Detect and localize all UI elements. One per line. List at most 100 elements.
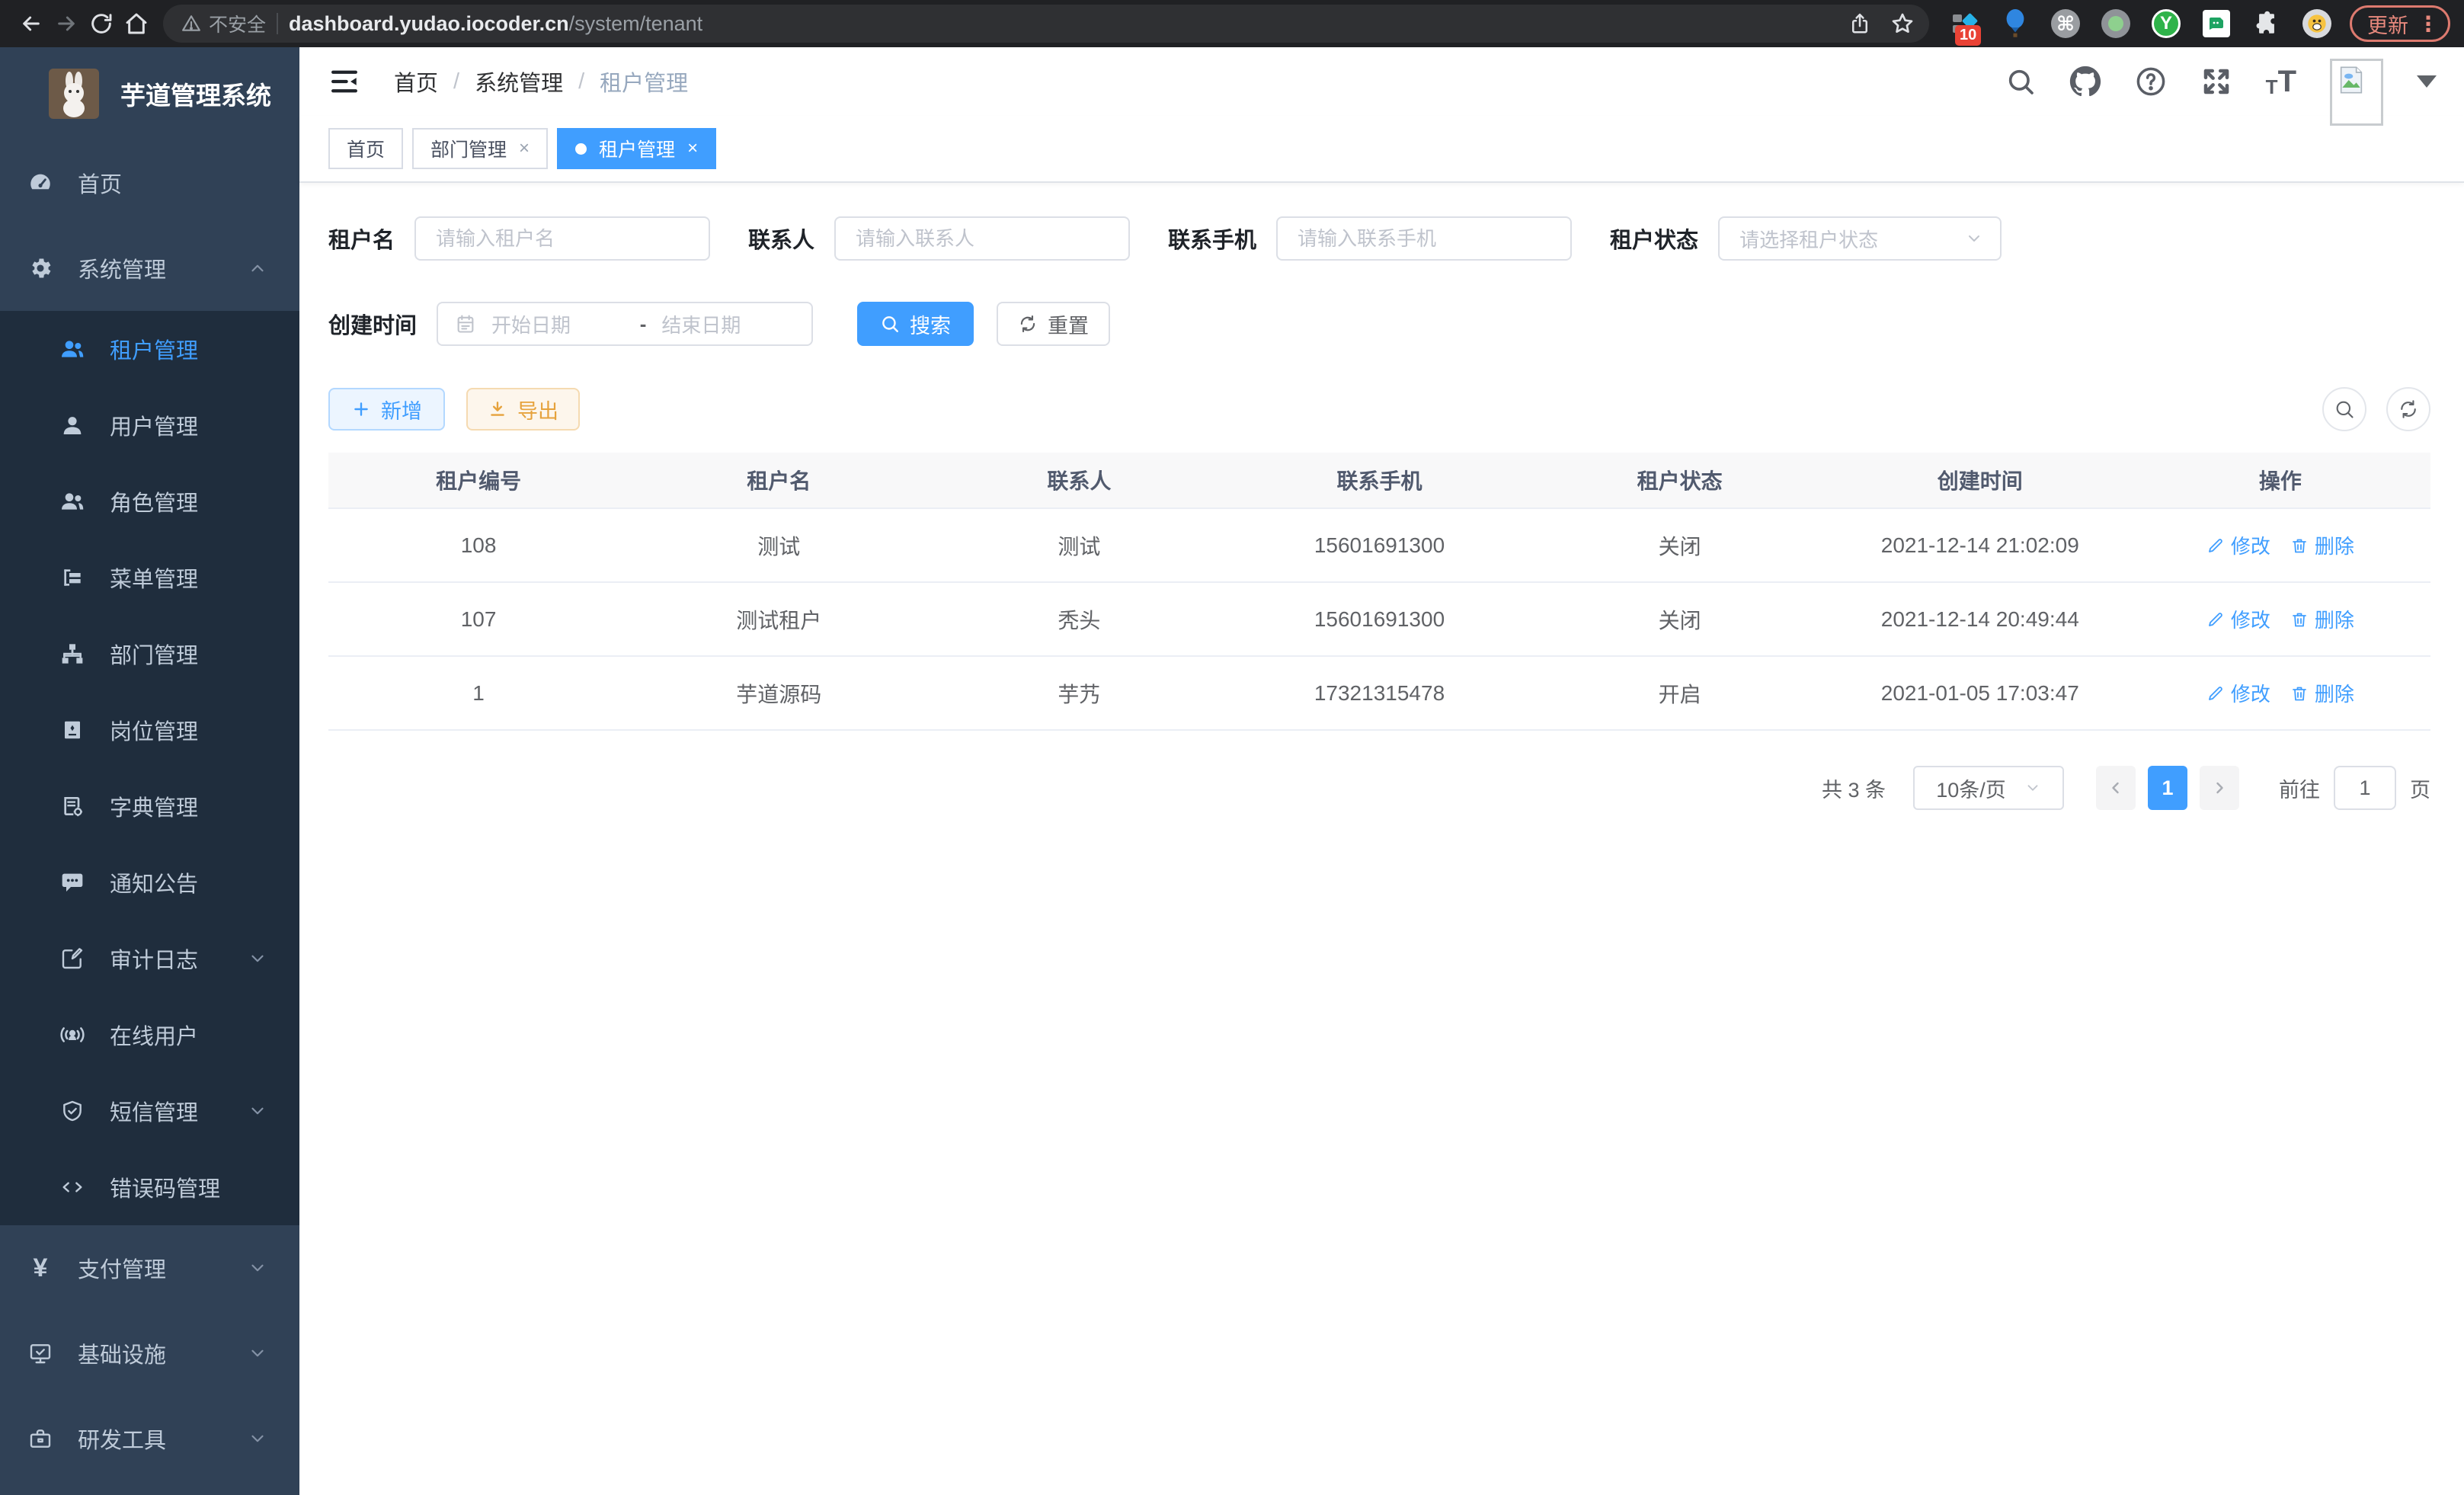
- extensions-puzzle-icon[interactable]: [2251, 8, 2283, 40]
- browser-back-button[interactable]: [14, 6, 49, 41]
- extension-recorder-icon[interactable]: [2100, 8, 2132, 40]
- page-unit-label: 页: [2410, 773, 2430, 803]
- sidebar-item-sms[interactable]: 短信管理: [0, 1073, 299, 1149]
- delete-link[interactable]: 删除: [2290, 679, 2354, 707]
- app-logo-block[interactable]: 芋道管理系统: [0, 47, 299, 140]
- reset-button[interactable]: 重置: [997, 302, 1110, 346]
- search-icon[interactable]: [2005, 66, 2036, 97]
- extension-chat-icon[interactable]: [2200, 8, 2232, 40]
- table-toolbar: 新增 导出: [328, 387, 2430, 431]
- collapse-sidebar-icon[interactable]: [328, 66, 360, 98]
- sidebar-item-post[interactable]: 岗位管理: [0, 692, 299, 768]
- github-icon[interactable]: [2069, 66, 2101, 98]
- fullscreen-icon[interactable]: [2200, 66, 2232, 98]
- tenant-name-input[interactable]: [414, 216, 710, 261]
- breadcrumb-separator: /: [453, 69, 459, 94]
- tab-home[interactable]: 首页: [328, 128, 403, 169]
- edit-link[interactable]: 修改: [2206, 679, 2270, 707]
- extension-tabs-icon[interactable]: 10: [1949, 8, 1981, 40]
- browser-reload-button[interactable]: [84, 6, 119, 41]
- refresh-table-button[interactable]: [2386, 387, 2430, 431]
- edit-icon: [2206, 536, 2225, 555]
- omnibox-divider: [277, 13, 278, 34]
- org-icon: [58, 639, 87, 668]
- edit-link[interactable]: 修改: [2206, 531, 2270, 559]
- sidebar-item-audit-log[interactable]: 审计日志: [0, 920, 299, 997]
- sidebar-item-notice[interactable]: 通知公告: [0, 844, 299, 920]
- sidebar-item-home[interactable]: 首页: [0, 140, 299, 226]
- roles-icon: [58, 487, 87, 516]
- sidebar-item-menu[interactable]: 菜单管理: [0, 539, 299, 616]
- extension-balloon-icon[interactable]: [1999, 8, 2031, 40]
- close-icon[interactable]: ×: [687, 138, 698, 159]
- sidebar-item-error-code[interactable]: 错误码管理: [0, 1149, 299, 1225]
- bookmark-star-icon[interactable]: [1886, 8, 1918, 40]
- security-label: 不安全: [209, 10, 266, 37]
- extension-command-icon[interactable]: ⌘: [2050, 8, 2082, 40]
- page-size-select[interactable]: 10条/页: [1913, 766, 2064, 810]
- mobile-input[interactable]: [1276, 216, 1572, 261]
- edit-link[interactable]: 修改: [2206, 605, 2270, 633]
- sidebar-item-tenant[interactable]: 租户管理: [0, 311, 299, 387]
- sidebar-item-dev-tools[interactable]: 研发工具: [0, 1396, 299, 1481]
- browser-home-button[interactable]: [119, 6, 154, 41]
- add-button[interactable]: 新增: [328, 388, 445, 431]
- calendar-icon: [455, 313, 476, 335]
- download-icon: [488, 399, 507, 419]
- tenant-contact: 芋艿: [929, 678, 1229, 709]
- export-button[interactable]: 导出: [466, 388, 580, 431]
- start-date-placeholder[interactable]: 开始日期: [491, 310, 625, 338]
- tab-dept[interactable]: 部门管理 ×: [412, 128, 548, 169]
- create-time-range-picker[interactable]: 开始日期 - 结束日期: [437, 302, 813, 346]
- sidebar-item-pay[interactable]: ¥ 支付管理: [0, 1225, 299, 1311]
- delete-link[interactable]: 删除: [2290, 605, 2354, 633]
- status-select[interactable]: 请选择租户状态: [1718, 216, 2002, 261]
- tenant-created: 2021-12-14 21:02:09: [1830, 533, 2130, 558]
- system-submenu: 租户管理 用户管理 角色管理: [0, 311, 299, 1225]
- sidebar-item-dict[interactable]: 字典管理: [0, 768, 299, 844]
- sidebar-item-user[interactable]: 用户管理: [0, 387, 299, 463]
- prev-page-button[interactable]: [2096, 766, 2136, 810]
- sidebar-item-infra[interactable]: 基础设施: [0, 1311, 299, 1396]
- gear-icon: [26, 254, 55, 283]
- sidebar-item-online-user[interactable]: 在线用户: [0, 997, 299, 1073]
- tenant-created: 2021-12-14 20:49:44: [1830, 607, 2130, 632]
- browser-forward-button[interactable]: [49, 6, 84, 41]
- goto-page-input[interactable]: [2334, 766, 2396, 810]
- site-security-indicator[interactable]: 不安全: [181, 10, 266, 37]
- sidebar-item-dept[interactable]: 部门管理: [0, 616, 299, 692]
- breadcrumb: 首页 / 系统管理 / 租户管理: [394, 66, 688, 98]
- search-button[interactable]: 搜索: [857, 302, 974, 346]
- font-size-icon[interactable]: TT: [2266, 66, 2296, 97]
- help-icon[interactable]: [2135, 66, 2167, 98]
- trash-icon: [2290, 536, 2309, 555]
- browser-menu-icon[interactable]: ⋮: [2418, 11, 2439, 37]
- log-icon: [58, 944, 87, 973]
- create-time-label: 创建时间: [328, 308, 417, 340]
- sidebar-item-system[interactable]: 系统管理: [0, 226, 299, 311]
- toggle-search-button[interactable]: [2322, 387, 2366, 431]
- mobile-label: 联系手机: [1168, 222, 1256, 255]
- delete-link[interactable]: 删除: [2290, 531, 2354, 559]
- contact-input[interactable]: [834, 216, 1130, 261]
- close-icon[interactable]: ×: [519, 138, 530, 159]
- update-button[interactable]: 更新 ⋮: [2350, 5, 2450, 42]
- breadcrumb-home[interactable]: 首页: [394, 66, 438, 98]
- url-bar[interactable]: 不安全 dashboard.yudao.iocoder.cn/system/te…: [163, 5, 1929, 43]
- page-number-1[interactable]: 1: [2148, 766, 2187, 810]
- end-date-placeholder[interactable]: 结束日期: [661, 310, 795, 338]
- sidebar-item-role[interactable]: 角色管理: [0, 463, 299, 539]
- tab-tenant[interactable]: 租户管理 ×: [557, 128, 716, 169]
- share-icon[interactable]: [1844, 8, 1876, 40]
- user-menu-caret-icon[interactable]: [2417, 75, 2437, 88]
- chevron-down-icon: [248, 1343, 267, 1363]
- extension-avatar-icon[interactable]: [2301, 8, 2333, 40]
- breadcrumb-system[interactable]: 系统管理: [475, 66, 563, 98]
- browser-extensions: 10 ⌘ Y: [1938, 8, 2344, 40]
- next-page-button[interactable]: [2200, 766, 2239, 810]
- filter-row-1: 租户名 联系人 联系手机 租户状态 请选择租户状态: [328, 216, 2430, 261]
- url-text: dashboard.yudao.iocoder.cn/system/tenant: [289, 12, 1833, 36]
- extension-y-icon[interactable]: Y: [2150, 8, 2182, 40]
- toolbox-icon: [26, 1424, 55, 1453]
- tenant-name-label: 租户名: [328, 222, 395, 255]
